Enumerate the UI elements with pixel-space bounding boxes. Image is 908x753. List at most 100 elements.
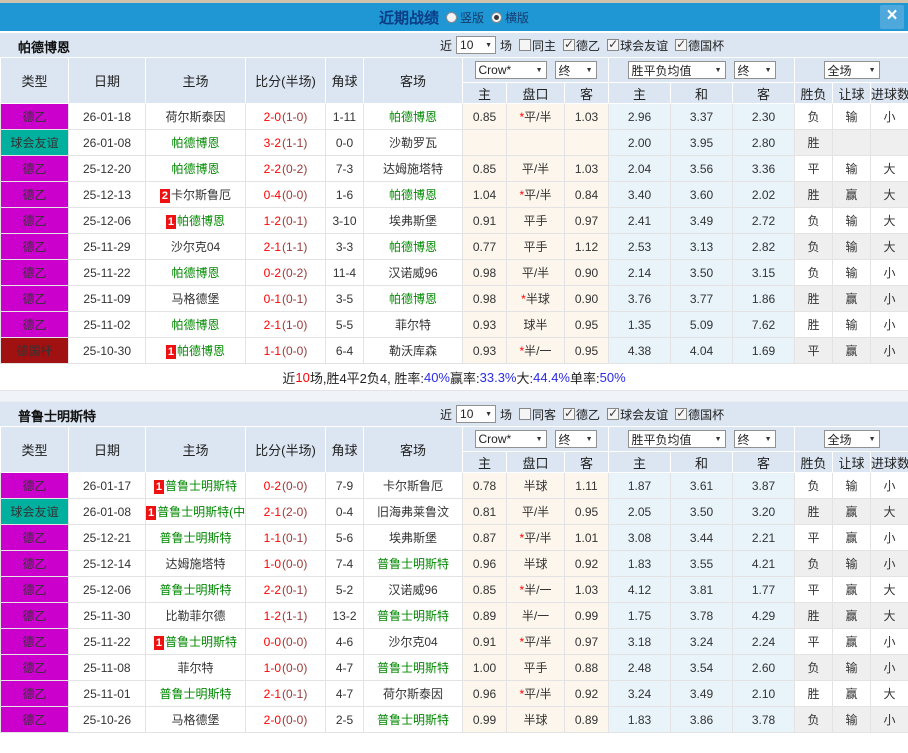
match-row: 德乙 25-10-26 马格德堡 2-0(0-0) 2-5 普鲁士明斯特 0.99 半球 0.8… [0,706,908,733]
home-cell: 1 普鲁士明斯特 [145,628,246,655]
radio-icon[interactable] [445,11,457,23]
avg-stage-select[interactable]: 终 ▼ [733,430,776,448]
handicap-cell: *平/半 [506,524,565,551]
odds-home-cell: 0.93 [462,337,507,364]
popup-title: 近期战绩 [378,9,439,27]
score-cell: 2-0(0-0) [245,706,326,733]
bookmaker-select[interactable]: Crow* ▼ [474,430,547,448]
team-label: 汉诺威96 [388,583,438,597]
star-mark: * [519,344,525,358]
avg-away-cell: 3.87 [731,472,796,499]
team-label: 普鲁士明斯特 [376,557,449,571]
odds-away-cell: 0.97 [564,207,609,234]
summary-segment: 50% [599,369,626,385]
sub-col-avg-away: 客 [731,82,796,104]
result-cell: 平 [794,576,834,603]
avg-home-cell: 3.40 [608,181,671,208]
chevron-down-icon: ▼ [868,66,876,74]
odds-away-cell: 1.01 [564,524,609,551]
team-label: 达姆施塔特 [165,557,226,571]
col-date: 日期 [68,57,146,104]
cup-checkbox[interactable] [675,406,688,420]
scope-select[interactable]: 全场 ▼ [823,61,880,79]
team-label: 帕德博恩 [171,266,220,280]
friendly-checkbox[interactable] [607,406,620,420]
team-label: 普鲁士明斯特(中) [157,505,246,519]
odds-stage-select[interactable]: 终 ▼ [554,61,597,79]
score-cell: 1-1(0-1) [245,524,326,551]
corner-cell: 1-11 [325,103,364,130]
league-checkbox[interactable] [563,37,576,51]
bookmaker-select[interactable]: Crow* ▼ [474,61,547,79]
odds-home-cell: 0.87 [462,524,507,551]
home-cell: 1 普鲁士明斯特 [145,472,246,499]
radio-label: 横版 [505,10,530,25]
avg-away-cell: 4.21 [731,550,796,577]
result-cell: 平 [794,155,834,182]
score-cell: 0-2(0-0) [245,472,326,499]
odds-home-cell: 0.98 [462,285,507,312]
handicap-cell: 平手 [506,233,565,260]
home-cell: 帕德博恩 [145,259,246,286]
games-label: 场 [500,407,513,422]
avg-select[interactable]: 胜平负均值 ▼ [627,430,726,448]
handicap-cell: *半球 [506,285,565,312]
goals-result-cell: 小 [870,472,908,499]
chevron-down-icon: ▼ [485,410,493,418]
same-away-checkbox[interactable] [519,408,532,420]
date-cell: 25-11-29 [68,233,146,260]
cup-checkbox[interactable] [675,37,688,51]
col-corner: 角球 [325,426,364,473]
odds-home-cell: 0.85 [462,155,507,182]
date-cell: 25-11-01 [68,680,146,707]
rank-badge: 1 [153,480,165,494]
rank-badge: 1 [165,215,177,229]
odds-home-cell: 0.96 [462,550,507,577]
handicap-result-cell: 赢 [832,181,872,208]
away-cell: 旧海弗莱鲁汶 [363,498,463,525]
goals-result-cell: 小 [870,311,908,338]
avg-home-cell: 2.96 [608,103,671,130]
match-count-select[interactable]: 10 ▼ [456,36,497,54]
team-label: 普鲁士明斯特 [159,687,232,701]
scope-select[interactable]: 全场 ▼ [823,430,880,448]
layout-radio-horizontal[interactable]: 横版 [491,9,529,26]
score-cell: 0-2(0-2) [245,259,326,286]
match-count-select[interactable]: 10 ▼ [456,405,497,423]
layout-radio-vertical[interactable]: 竖版 [445,9,484,26]
odds-away-cell: 0.92 [564,680,609,707]
handicap-result-cell: 输 [832,472,872,499]
match-row: 德乙 26-01-18 荷尔斯泰因 2-0(1-0) 1-11 帕德博恩 0.85 *平/半 1… [0,103,908,130]
sub-col-handicap: 盘口 [506,82,565,104]
chevron-down-icon: ▼ [714,66,722,74]
radio-icon[interactable] [491,11,502,23]
corner-cell: 13-2 [325,602,364,629]
corner-cell: 3-3 [325,233,364,260]
team-label: 菲尔特 [177,661,214,675]
friendly-checkbox[interactable] [607,37,620,51]
type-cell: 德乙 [0,103,69,130]
home-cell: 荷尔斯泰因 [145,103,246,130]
close-icon[interactable]: × [880,5,904,29]
avg-draw-cell: 3.49 [670,680,733,707]
away-cell: 普鲁士明斯特 [363,550,463,577]
avg-stage-select[interactable]: 终 ▼ [733,61,776,79]
avg-select[interactable]: 胜平负均值 ▼ [627,61,726,79]
odds-away-cell: 0.95 [564,337,609,364]
handicap-result-cell: 输 [832,207,872,234]
handicap-cell: *半/一 [506,576,565,603]
chevron-down-icon: ▼ [535,435,543,443]
match-row: 德乙 25-12-21 普鲁士明斯特 1-1(0-1) 5-6 埃弗斯堡 0.87 *平/半 1… [0,524,908,551]
avg-away-cell: 2.21 [731,524,796,551]
odds-away-cell: 1.03 [564,155,609,182]
league-checkbox[interactable] [563,406,576,420]
avg-home-cell: 4.38 [608,337,671,364]
home-cell: 1 帕德博恩 [145,337,246,364]
corner-cell: 0-0 [325,129,364,156]
handicap-result-cell: 赢 [832,602,872,629]
odds-stage-select[interactable]: 终 ▼ [554,430,597,448]
team-label: 普鲁士明斯特 [159,583,232,597]
same-home-checkbox[interactable] [519,39,532,51]
odds-home-cell: 0.93 [462,311,507,338]
odds-away-cell: 0.90 [564,285,609,312]
